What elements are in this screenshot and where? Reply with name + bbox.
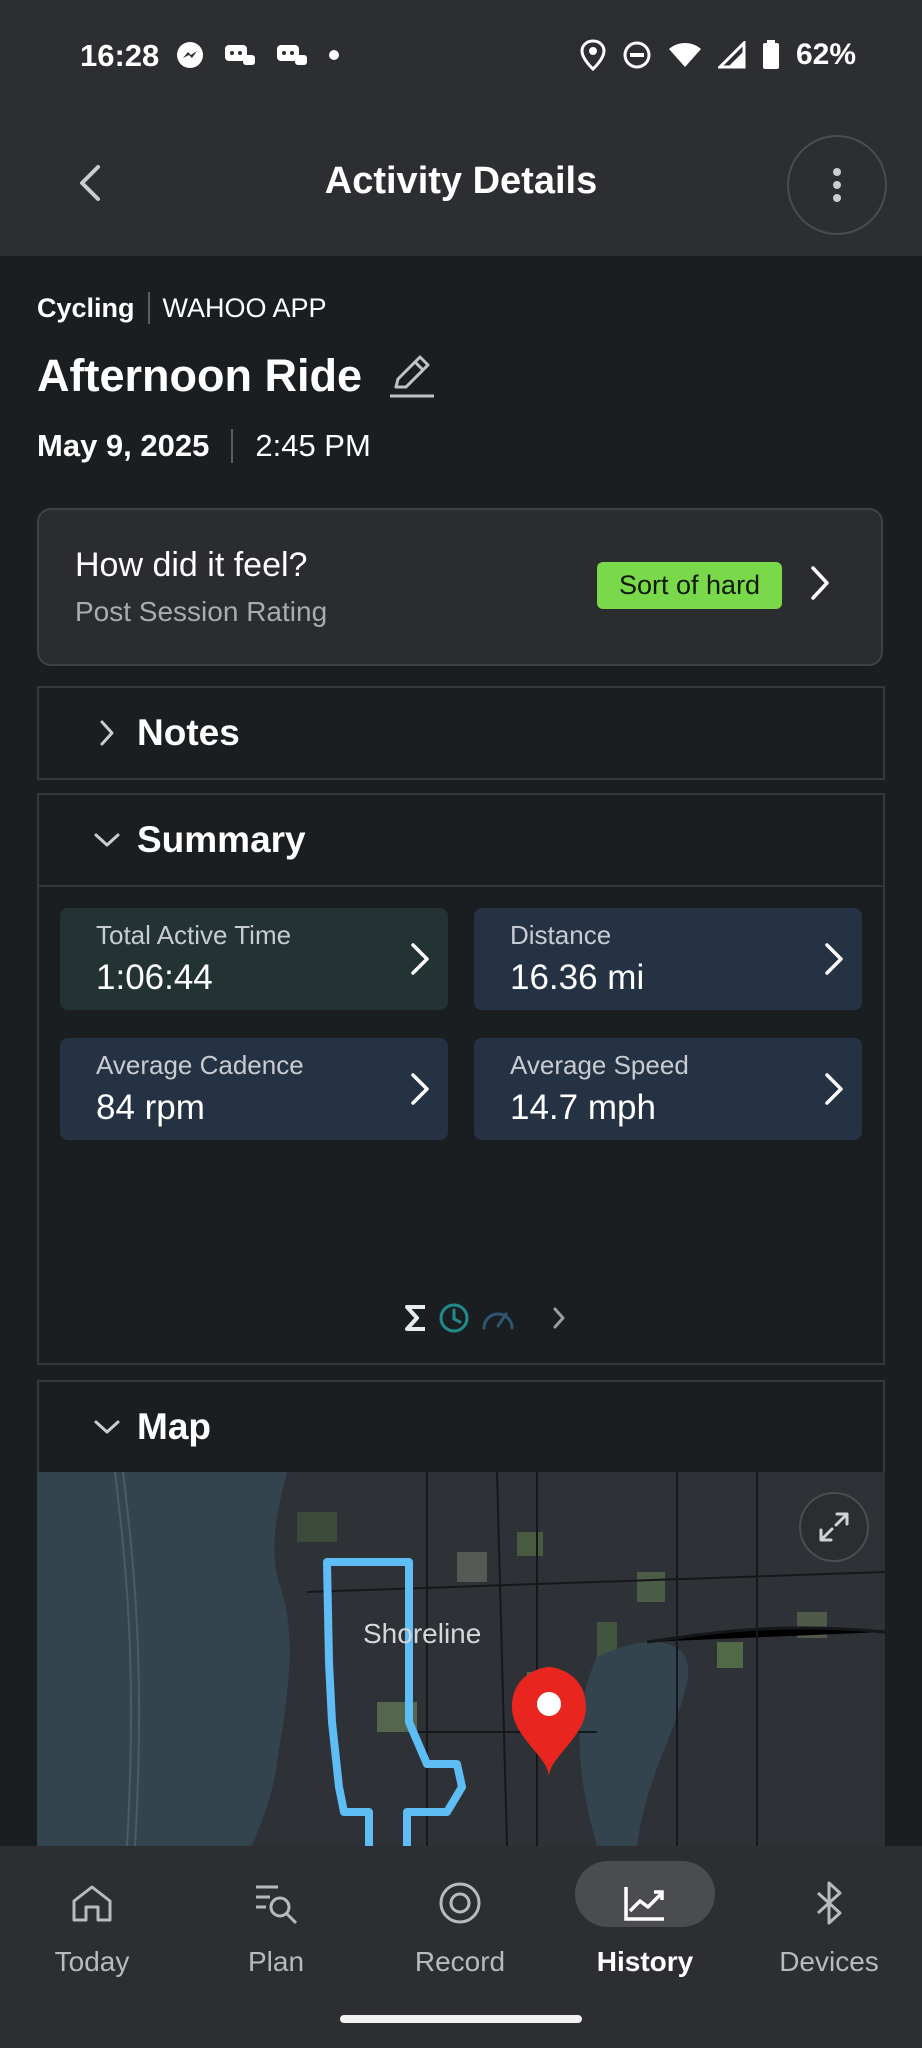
notification-icons: [175, 40, 341, 70]
notes-label: Notes: [137, 712, 240, 753]
divider: [147, 292, 150, 324]
more-vertical-icon: [833, 168, 841, 202]
chevron-right-icon: [411, 943, 429, 975]
clock-icon[interactable]: [438, 1302, 470, 1334]
stat-value: 84 rpm: [96, 1088, 205, 1127]
nav-record[interactable]: Record: [368, 1846, 552, 1996]
app-notification-icon: [277, 45, 307, 65]
nav-today[interactable]: Today: [0, 1846, 184, 1996]
stat-title: Average Speed: [510, 1050, 689, 1080]
divider: [231, 429, 234, 463]
chevron-down-icon: [94, 1420, 120, 1434]
map-label: Map: [137, 1406, 211, 1447]
home-icon: [72, 1885, 112, 1922]
stat-card-distance[interactable]: Distance 16.36 mi: [474, 908, 862, 1010]
nav-label: Plan: [247, 1946, 305, 1977]
stat-title: Distance: [510, 920, 612, 950]
do-not-disturb-icon: [623, 41, 651, 69]
sigma-icon[interactable]: [404, 1304, 428, 1332]
route-map[interactable]: Shoreline: [37, 1472, 885, 1846]
activity-title-row: Afternoon Ride: [37, 350, 436, 402]
nav-devices[interactable]: Devices: [737, 1846, 921, 1996]
summary-pager: [404, 1302, 566, 1334]
activity-datetime: May 9, 2025 2:45 PM: [37, 428, 371, 464]
more-options-button[interactable]: [787, 135, 887, 235]
summary-header[interactable]: Summary: [39, 795, 883, 885]
battery-percent: 62%: [795, 38, 856, 71]
battery-icon: [762, 40, 779, 69]
stat-value: 14.7 mph: [510, 1088, 656, 1127]
status-time: 16:28: [80, 38, 160, 73]
chevron-right-icon: [811, 566, 829, 600]
chevron-right-icon: [411, 1073, 429, 1105]
divider: [39, 885, 883, 887]
activity-meta: Cycling WAHOO APP: [37, 292, 327, 324]
app-bar: Activity Details: [0, 110, 922, 256]
notes-header[interactable]: Notes: [39, 688, 883, 778]
chevron-right-icon[interactable]: [552, 1306, 566, 1330]
nav-label: Today: [54, 1946, 130, 1977]
status-bar: 16:28 62%: [0, 0, 922, 110]
history-chart-icon: [624, 1887, 664, 1921]
location-icon: [580, 39, 606, 71]
chevron-right-icon: [825, 943, 843, 975]
summary-label: Summary: [137, 819, 306, 860]
activity-date: May 9, 2025: [37, 428, 210, 463]
page-title: Activity Details: [324, 160, 598, 202]
home-indicator[interactable]: [340, 2015, 582, 2023]
stat-card-average-cadence[interactable]: Average Cadence 84 rpm: [60, 1038, 448, 1140]
stat-card-average-speed[interactable]: Average Speed 14.7 mph: [474, 1038, 862, 1140]
notes-section: Notes: [37, 686, 885, 780]
expand-icon: [819, 1512, 849, 1542]
feel-subtitle: Post Session Rating: [75, 596, 328, 627]
chevron-right-icon: [825, 1073, 843, 1105]
messenger-icon: [177, 42, 203, 68]
map-header[interactable]: Map: [39, 1382, 883, 1472]
nav-label: Record: [414, 1946, 506, 1977]
plan-search-icon: [256, 1885, 298, 1925]
speedometer-icon[interactable]: [480, 1304, 516, 1332]
stat-value: 1:06:44: [96, 958, 213, 997]
edit-pencil-icon[interactable]: [388, 353, 436, 399]
activity-time: 2:45 PM: [255, 428, 371, 463]
nav-label: Devices: [779, 1946, 879, 1977]
wifi-icon: [668, 43, 701, 67]
post-session-rating-card[interactable]: How did it feel? Post Session Rating Sor…: [37, 508, 883, 666]
stat-value: 16.36 mi: [510, 958, 645, 997]
nav-history[interactable]: History: [553, 1846, 737, 1996]
rating-badge: Sort of hard: [597, 562, 783, 609]
nav-plan[interactable]: Plan: [184, 1846, 368, 1996]
system-icons: 62%: [580, 38, 856, 72]
bluetooth-icon: [816, 1881, 842, 1925]
app-notification-icon: [225, 45, 255, 65]
expand-map-button[interactable]: [799, 1492, 869, 1562]
stat-title: Average Cadence: [96, 1050, 304, 1080]
feel-question: How did it feel?: [75, 546, 308, 584]
activity-source: WAHOO APP: [162, 292, 327, 323]
sport-type: Cycling: [37, 292, 135, 323]
chevron-down-icon: [94, 833, 120, 847]
more-notifications-dot-icon: [329, 50, 339, 60]
stat-title: Total Active Time: [96, 920, 292, 950]
record-icon: [439, 1882, 481, 1924]
map-city-label: Shoreline: [363, 1618, 482, 1649]
stat-card-total-active-time[interactable]: Total Active Time 1:06:44: [60, 908, 448, 1010]
chevron-right-icon: [100, 720, 114, 746]
nav-label: History: [596, 1946, 694, 1977]
cell-signal-icon: [717, 41, 746, 69]
map-canvas: [37, 1472, 885, 1846]
activity-title: Afternoon Ride: [37, 350, 362, 401]
